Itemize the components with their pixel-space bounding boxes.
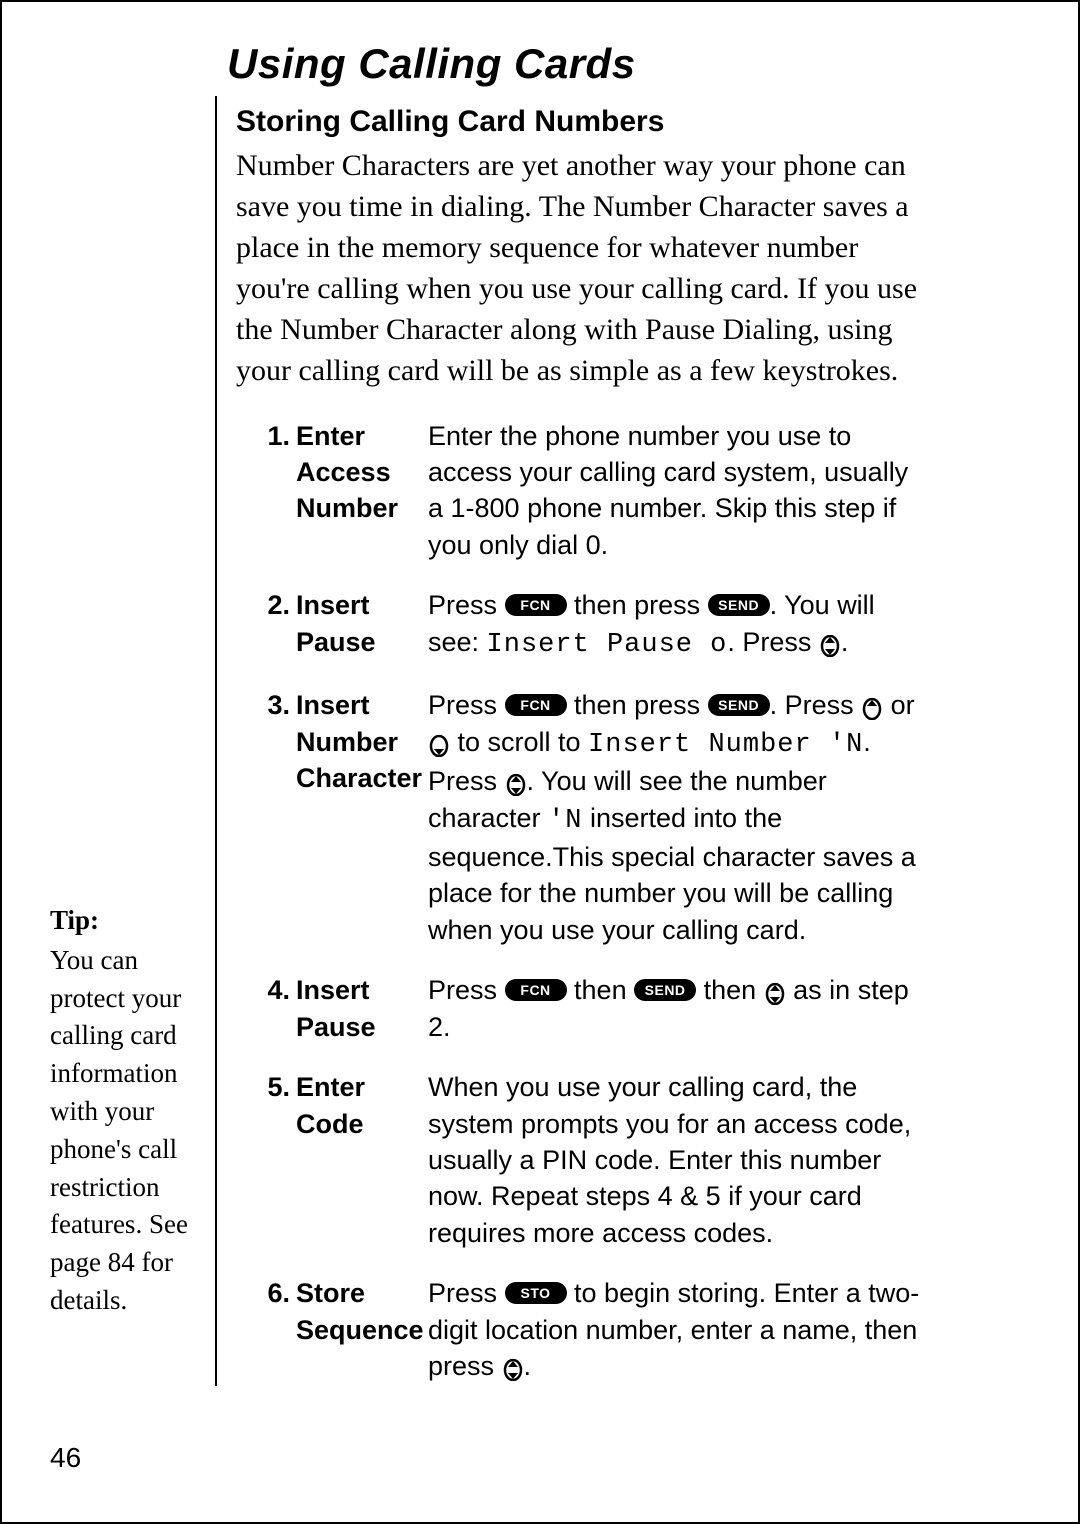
- page-title: Using Calling Cards: [227, 40, 636, 88]
- nav-select-icon: [502, 1359, 524, 1381]
- text: Press: [428, 590, 505, 620]
- step-number: 3.: [258, 687, 296, 948]
- step-label: 6. Store Sequence: [258, 1275, 428, 1384]
- page-number: 46: [50, 1442, 81, 1474]
- fcn-button-icon: FCN: [505, 594, 567, 616]
- step-description: Press FCN then press SEND. Press or to s…: [428, 687, 926, 948]
- nav-select-icon: [764, 983, 786, 1005]
- step-description: Press FCN then press SEND. You will see:…: [428, 587, 926, 663]
- tip-heading: Tip:: [50, 902, 200, 940]
- send-button-icon: SEND: [708, 594, 770, 616]
- step-3: 3. Insert Number Character Press FCN the…: [258, 687, 926, 948]
- step-1: 1. Enter Access Number Enter the phone n…: [258, 418, 926, 564]
- step-number: 2.: [258, 587, 296, 663]
- text: then: [567, 975, 635, 1005]
- fcn-button-icon: FCN: [505, 979, 567, 1001]
- tip-body: You can protect your calling card inform…: [50, 942, 200, 1320]
- send-button-icon: SEND: [634, 979, 696, 1001]
- send-button-icon: SEND: [708, 694, 770, 716]
- step-title: Store Sequence: [296, 1275, 428, 1384]
- tip-sidebar: Tip: You can protect your calling card i…: [50, 902, 200, 1320]
- text: Press: [428, 690, 505, 720]
- step-label: 1. Enter Access Number: [258, 418, 428, 564]
- step-title: Insert Number Character: [296, 687, 428, 948]
- fcn-button-icon: FCN: [505, 694, 567, 716]
- text: . Press: [770, 690, 862, 720]
- step-4: 4. Insert Pause Press FCN then SEND then…: [258, 972, 926, 1045]
- text: . Press: [727, 627, 819, 657]
- section-heading: Storing Calling Card Numbers: [236, 105, 926, 139]
- step-6: 6. Store Sequence Press STO to begin sto…: [258, 1275, 926, 1384]
- step-number: 1.: [258, 418, 296, 564]
- step-description: When you use your calling card, the syst…: [428, 1069, 926, 1251]
- nav-select-icon: [505, 774, 527, 796]
- step-title: Insert Pause: [296, 587, 428, 663]
- intro-paragraph: Number Characters are yet another way yo…: [236, 145, 926, 392]
- text: .: [841, 627, 849, 657]
- text: to scroll to: [450, 727, 588, 757]
- step-number: 5.: [258, 1069, 296, 1251]
- step-description: Press STO to begin storing. Enter a two-…: [428, 1275, 926, 1384]
- nav-down-icon: [428, 735, 450, 757]
- vertical-rule: [215, 96, 217, 1386]
- step-number: 6.: [258, 1275, 296, 1384]
- step-description: Enter the phone number you use to access…: [428, 418, 926, 564]
- step-description: Press FCN then SEND then as in step 2.: [428, 972, 926, 1045]
- text: or: [883, 690, 915, 720]
- step-title: Enter Access Number: [296, 418, 428, 564]
- text: then press: [567, 690, 708, 720]
- text: Press: [428, 975, 505, 1005]
- step-2: 2. Insert Pause Press FCN then press SEN…: [258, 587, 926, 663]
- display-text: Insert Pause o: [487, 630, 728, 660]
- display-text: 'N: [548, 806, 582, 836]
- nav-select-icon: [819, 635, 841, 657]
- text: Press: [428, 1278, 505, 1308]
- step-label: 5. Enter Code: [258, 1069, 428, 1251]
- text: then press: [567, 590, 708, 620]
- manual-page: Using Calling Cards Storing Calling Card…: [0, 0, 1080, 1524]
- nav-up-icon: [861, 698, 883, 720]
- text: .: [524, 1351, 532, 1381]
- step-number: 4.: [258, 972, 296, 1045]
- main-content: Storing Calling Card Numbers Number Char…: [236, 105, 926, 1409]
- display-text: Insert Number 'N: [588, 730, 863, 760]
- step-title: Insert Pause: [296, 972, 428, 1045]
- text: then: [696, 975, 764, 1005]
- step-title: Enter Code: [296, 1069, 428, 1251]
- step-5: 5. Enter Code When you use your calling …: [258, 1069, 926, 1251]
- sto-button-icon: STO: [505, 1282, 567, 1304]
- steps-list: 1. Enter Access Number Enter the phone n…: [258, 418, 926, 1385]
- step-label: 4. Insert Pause: [258, 972, 428, 1045]
- step-label: 2. Insert Pause: [258, 587, 428, 663]
- step-label: 3. Insert Number Character: [258, 687, 428, 948]
